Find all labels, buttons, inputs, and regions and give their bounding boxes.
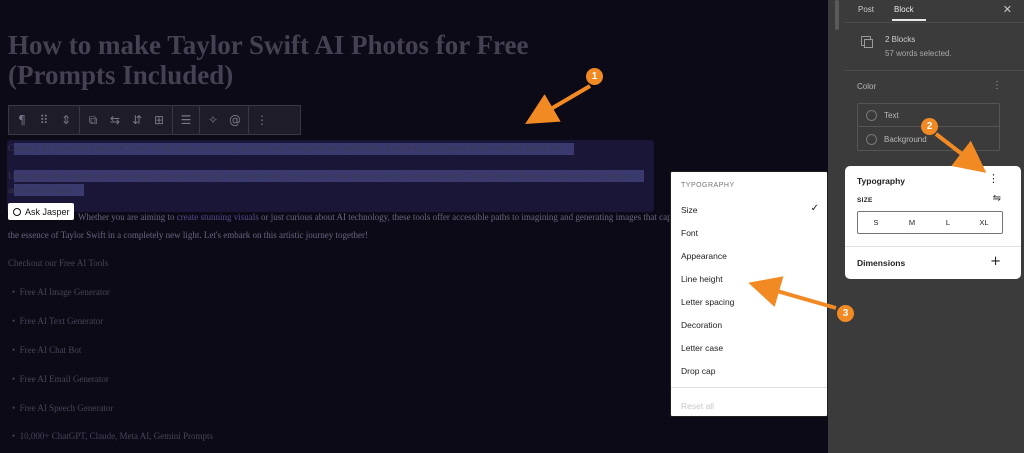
menu-item-font[interactable]: Font xyxy=(681,228,821,238)
custom-size-icon[interactable]: ⇋ xyxy=(993,193,1001,204)
add-dimension-icon[interactable]: + xyxy=(990,254,1001,269)
typography-title: Typography xyxy=(857,176,906,186)
blocks-icon xyxy=(861,36,873,48)
size-option-s[interactable]: S xyxy=(858,212,894,233)
color-options-icon[interactable]: ⋮ xyxy=(992,80,1002,91)
active-tab-indicator xyxy=(892,19,926,21)
menu-item-size[interactable]: Size ✓ xyxy=(681,203,821,215)
paragraph-3[interactable]: Whether you are aiming to create stunnin… xyxy=(78,212,686,222)
font-size-picker: S M L XL xyxy=(857,211,1003,234)
size-option-m[interactable]: M xyxy=(894,212,930,233)
menu-item-drop-cap[interactable]: Drop cap xyxy=(681,366,821,376)
size-option-l[interactable]: L xyxy=(930,212,966,233)
sidebar-tabs: Post Block ✕ xyxy=(828,0,1024,21)
checkout-text[interactable]: Checkout our Free AI Tools xyxy=(8,258,108,268)
more-options-icon[interactable]: ⋮ xyxy=(251,109,273,131)
size-label: SIZE xyxy=(857,197,873,204)
list-item[interactable]: • Free AI Speech Generator xyxy=(12,403,113,413)
post-title[interactable]: How to make Taylor Swift AI Photos for F… xyxy=(8,30,608,90)
list-item[interactable]: • Free AI Text Generator xyxy=(12,316,103,326)
tab-post[interactable]: Post xyxy=(858,5,874,14)
blocks-title: 2 Blocks xyxy=(885,35,916,44)
row-icon[interactable]: ⇵ xyxy=(126,109,148,131)
stack-icon[interactable]: ⇆ xyxy=(104,109,126,131)
tab-block[interactable]: Block xyxy=(894,5,914,14)
jasper-icon xyxy=(13,207,21,216)
words-selected-count: 57 words selected. xyxy=(885,49,952,58)
menu-divider xyxy=(671,387,827,388)
menu-item-line-height[interactable]: Line height xyxy=(681,274,821,284)
list-item[interactable]: • Free AI Image Generator xyxy=(12,287,110,297)
grid-icon[interactable]: ⊞ xyxy=(148,109,170,131)
list-item[interactable]: • Free AI Email Generator xyxy=(12,374,109,384)
close-icon[interactable]: ✕ xyxy=(1003,3,1012,16)
menu-item-letter-spacing[interactable]: Letter spacing xyxy=(681,297,821,307)
step-badge-3: 3 xyxy=(837,305,854,322)
step-badge-2: 2 xyxy=(921,118,938,135)
list-item[interactable]: • 10,000+ ChatGPT, Claude, Meta AI, Gemi… xyxy=(12,431,213,441)
at-icon[interactable]: @ xyxy=(224,109,246,131)
step-badge-1: 1 xyxy=(586,68,603,85)
text-color-swatch xyxy=(866,110,877,121)
ask-jasper-label: Ask Jasper xyxy=(25,206,70,217)
menu-item-decoration[interactable]: Decoration xyxy=(681,320,821,330)
menu-item-letter-case[interactable]: Letter case xyxy=(681,343,821,353)
block-toolbar: ¶ ⠿ ⇕ ⧉ ⇆ ⇵ ⊞ ☰ ✧ @ ⋮ xyxy=(8,105,301,135)
size-option-xl[interactable]: XL xyxy=(966,212,1002,233)
menu-item-appearance[interactable]: Appearance xyxy=(681,251,821,261)
paragraph-1[interactable]: Creating AI-generated photos of Taylor S… xyxy=(8,143,562,153)
color-section-label: Color xyxy=(857,82,877,91)
typography-panel: Typography ⋮ SIZE ⇋ S M L XL Dimensions … xyxy=(845,166,1021,279)
list-item[interactable]: • Free AI Chat Bot xyxy=(12,345,81,355)
check-icon: ✓ xyxy=(810,203,819,214)
paragraph-icon[interactable]: ¶ xyxy=(11,109,33,131)
menu-heading: TYPOGRAPHY xyxy=(681,182,735,189)
typography-options-menu: TYPOGRAPHY Size ✓ Font Appearance Line h… xyxy=(670,171,828,417)
move-updown-icon[interactable]: ⇕ xyxy=(55,109,77,131)
typography-options-icon[interactable]: ⋮ xyxy=(988,172,999,185)
paragraph-2-tail[interactable]: and artistic forms. xyxy=(8,185,73,195)
drag-handle-icon[interactable]: ⠿ xyxy=(33,109,55,131)
ask-jasper-button[interactable]: Ask Jasper xyxy=(8,203,74,220)
dimensions-label: Dimensions xyxy=(857,258,906,268)
align-icon[interactable]: ☰ xyxy=(175,109,197,131)
paragraph-2[interactable]: Using tools like CopyRocket AI's image g… xyxy=(8,171,627,181)
background-color-swatch xyxy=(866,134,877,145)
reset-all-button[interactable]: Reset all xyxy=(681,401,714,411)
inline-link[interactable]: create stunning visuals xyxy=(177,212,259,222)
paragraph-3-line2[interactable]: the essence of Taylor Swift in a complet… xyxy=(8,230,368,240)
sparkle-ai-icon[interactable]: ✧ xyxy=(202,109,224,131)
group-icon[interactable]: ⧉ xyxy=(82,109,104,131)
